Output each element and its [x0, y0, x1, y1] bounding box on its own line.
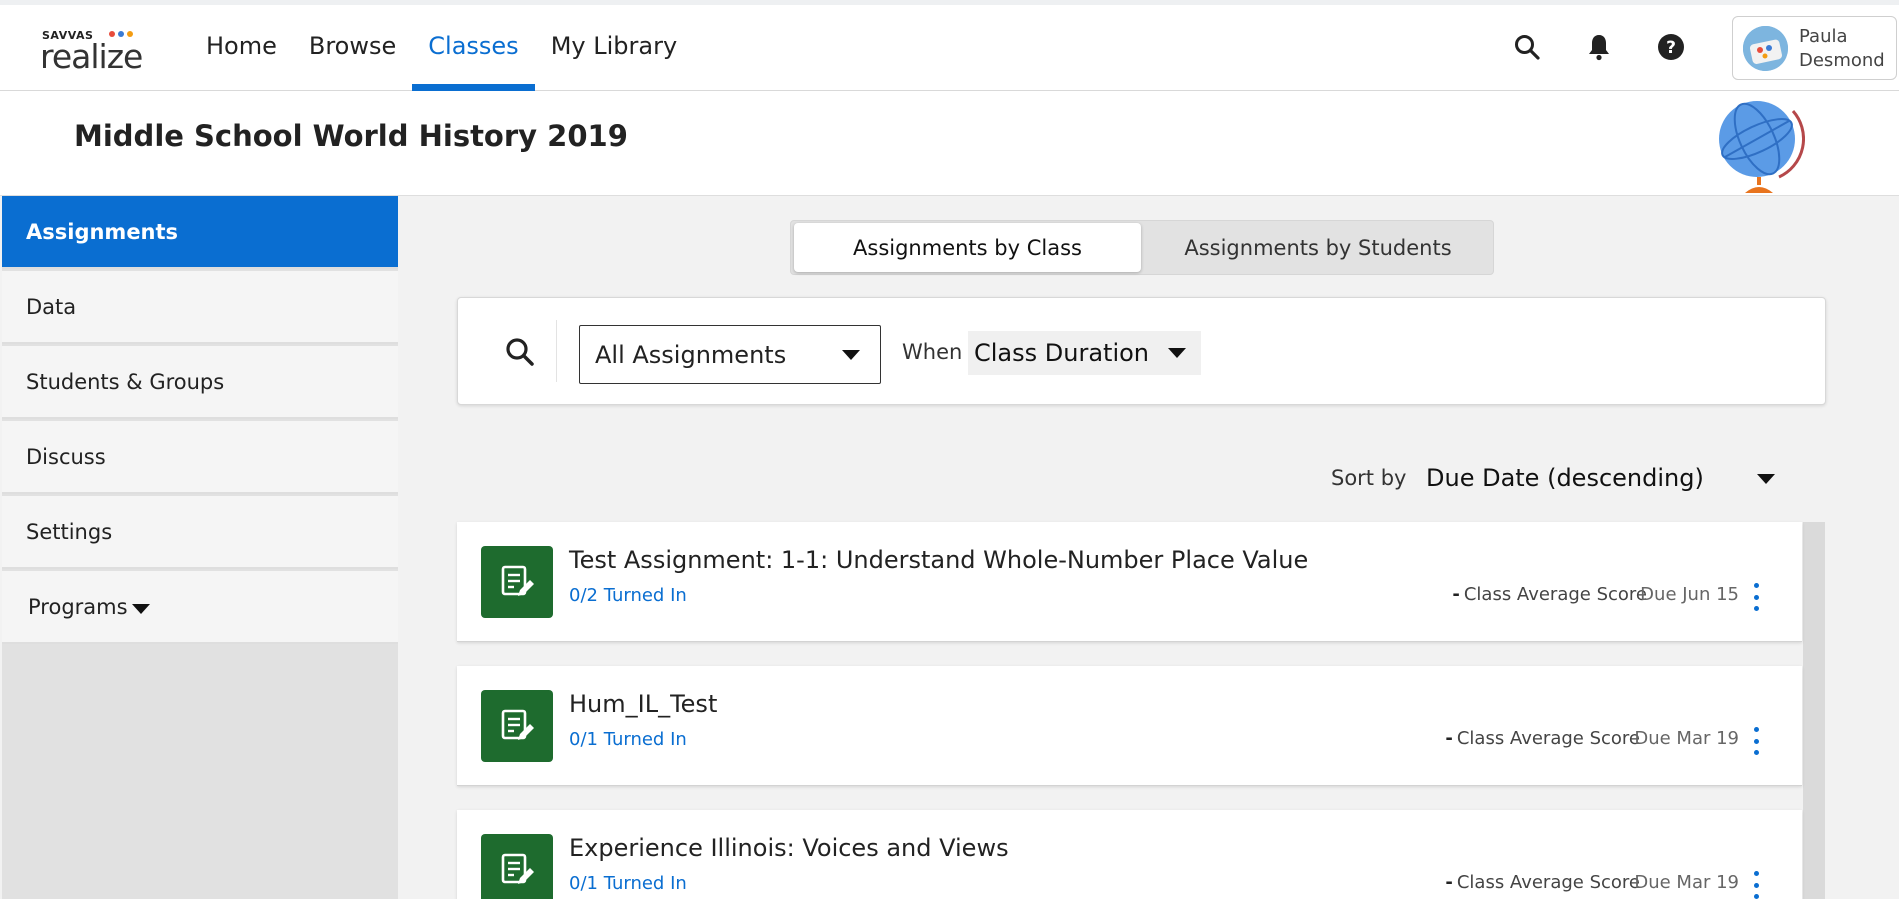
assignment-icon: [481, 690, 553, 762]
assignment-title[interactable]: Test Assignment: 1-1: Understand Whole-N…: [569, 546, 1308, 574]
main-content: Assignments by Class Assignments by Stud…: [400, 196, 1899, 899]
score-value: -: [1445, 728, 1453, 749]
sidebar-item-data[interactable]: Data: [2, 271, 398, 344]
assignment-card[interactable]: Experience Illinois: Voices and Views 0/…: [457, 810, 1802, 899]
due-date: Due Mar 19: [1634, 872, 1739, 893]
assignment-list: Test Assignment: 1-1: Understand Whole-N…: [457, 522, 1826, 899]
score-label: Class Average Score: [1463, 584, 1647, 605]
sidebar-item-discuss[interactable]: Discuss: [2, 421, 398, 494]
turned-in-link[interactable]: 0/2 Turned In: [569, 585, 687, 606]
assignment-icon: [481, 834, 553, 899]
assignment-type-value: All Assignments: [595, 340, 787, 369]
top-navigation-bar: SAVVAS realize Home Browse Classes My Li…: [0, 0, 1899, 91]
user-last-name: Desmond: [1799, 50, 1885, 71]
assignment-type-select[interactable]: All Assignments: [579, 325, 881, 384]
sort-chevron-down-icon[interactable]: [1757, 474, 1775, 484]
nav-my-library[interactable]: My Library: [535, 0, 693, 91]
help-icon[interactable]: ?: [1656, 32, 1686, 62]
turned-in-link[interactable]: 0/1 Turned In: [569, 729, 687, 750]
sidebar-item-label: Discuss: [26, 444, 106, 469]
filter-bar: All Assignments When Class Duration: [457, 297, 1826, 405]
svg-text:?: ?: [1666, 38, 1676, 58]
page-title: Middle School World History 2019: [74, 119, 628, 153]
assignment-card[interactable]: Test Assignment: 1-1: Understand Whole-N…: [457, 522, 1802, 642]
score-label: Class Average Score: [1456, 872, 1640, 893]
due-date: Due Jun 15: [1640, 584, 1739, 605]
class-average-score: - Class Average Score: [1452, 584, 1647, 605]
sort-select[interactable]: Due Date (descending): [1426, 464, 1704, 492]
user-menu[interactable]: Paula Desmond: [1732, 16, 1897, 80]
tab-assignments-by-students[interactable]: Assignments by Students: [1143, 223, 1493, 272]
sidebar-item-assignments[interactable]: Assignments: [2, 196, 398, 269]
nav-classes[interactable]: Classes: [412, 0, 536, 91]
avatar: [1743, 26, 1788, 71]
globe-icon: [1705, 95, 1806, 195]
logo-realize-text: realize: [40, 37, 143, 76]
chevron-down-icon: [1168, 348, 1186, 358]
sidebar-item-label: Programs: [28, 594, 128, 619]
scrollbar[interactable]: [1803, 522, 1825, 899]
main-nav: Home Browse Classes My Library: [190, 0, 693, 91]
sidebar-item-students-groups[interactable]: Students & Groups: [2, 346, 398, 419]
turned-in-link[interactable]: 0/1 Turned In: [569, 873, 687, 894]
assignment-card[interactable]: Hum_IL_Test 0/1 Turned In - Class Average…: [457, 666, 1802, 786]
class-header: Middle School World History 2019: [0, 91, 1899, 196]
score-value: -: [1452, 584, 1460, 605]
more-options-icon[interactable]: [1751, 583, 1761, 611]
more-options-icon[interactable]: [1751, 727, 1761, 755]
filter-divider: [556, 320, 557, 382]
when-value: Class Duration: [974, 339, 1150, 367]
score-label: Class Average Score: [1456, 728, 1640, 749]
sidebar-item-label: Assignments: [26, 219, 179, 244]
caret-down-icon: [131, 603, 150, 614]
due-date: Due Mar 19: [1634, 728, 1739, 749]
user-first-name: Paula: [1799, 26, 1848, 47]
nav-browse[interactable]: Browse: [293, 0, 412, 91]
assignments-view-toggle: Assignments by Class Assignments by Stud…: [790, 220, 1494, 275]
sidebar-item-label: Students & Groups: [26, 369, 225, 394]
when-select[interactable]: Class Duration: [968, 331, 1201, 375]
more-options-icon[interactable]: [1751, 871, 1761, 899]
sort-value: Due Date (descending): [1426, 464, 1704, 492]
savvas-realize-logo[interactable]: SAVVAS realize: [40, 28, 180, 73]
search-icon[interactable]: [1512, 32, 1542, 62]
class-average-score: - Class Average Score: [1445, 872, 1640, 893]
assignment-title[interactable]: Experience Illinois: Voices and Views: [569, 834, 1009, 862]
tab-assignments-by-class[interactable]: Assignments by Class: [794, 223, 1141, 272]
nav-home[interactable]: Home: [190, 0, 293, 91]
sidebar-item-programs[interactable]: Programs: [2, 571, 398, 644]
sort-label: Sort by: [1331, 466, 1407, 490]
search-icon[interactable]: [504, 336, 536, 368]
sidebar-item-settings[interactable]: Settings: [2, 496, 398, 569]
chevron-down-icon: [842, 350, 860, 360]
sidebar-item-label: Settings: [26, 519, 113, 544]
assignment-title[interactable]: Hum_IL_Test: [569, 690, 717, 718]
user-name: Paula Desmond: [1799, 25, 1885, 73]
sidebar: Assignments Data Students & Groups Discu…: [2, 196, 398, 899]
assignment-icon: [481, 546, 553, 618]
sidebar-item-label: Data: [26, 294, 77, 319]
score-value: -: [1445, 872, 1453, 893]
when-label: When: [902, 340, 963, 364]
class-average-score: - Class Average Score: [1445, 728, 1640, 749]
bell-icon[interactable]: [1584, 32, 1614, 62]
